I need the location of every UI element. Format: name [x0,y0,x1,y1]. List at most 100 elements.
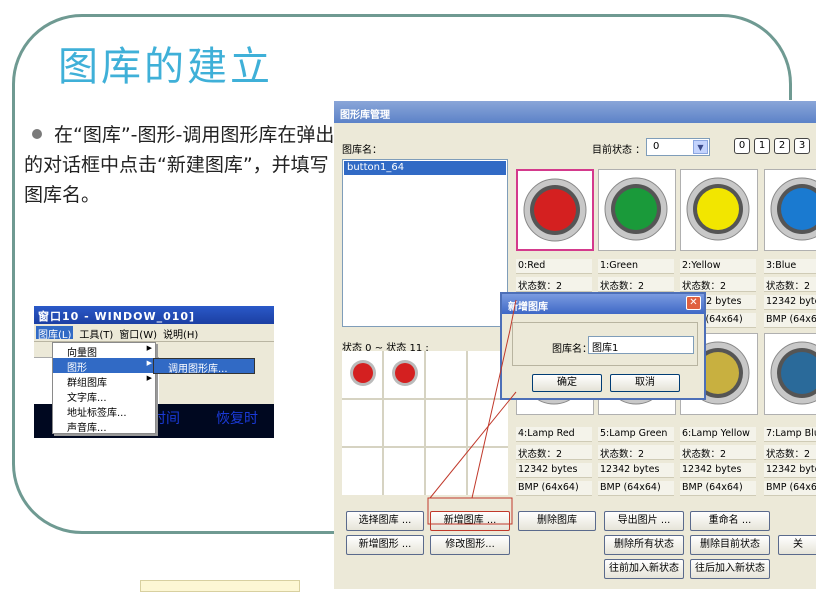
popup-title-text: 新增图库 [508,302,548,313]
menu-help[interactable]: 说明(H) [163,326,198,341]
button-shape-icon [686,177,750,241]
tile-states: 状态数：2 [598,445,674,460]
state-label: 目前状态 ： [592,145,646,156]
tile-name: 5:Lamp Green [598,427,674,442]
delete-current-state-button[interactable]: 删除目前状态 [690,535,770,555]
bg-text-restore: 恢复时 [216,411,258,427]
ok-button[interactable]: 确定 [532,374,602,392]
lib-name-input[interactable]: 图库1 [588,336,694,354]
state-button-1[interactable]: 1 [754,138,770,154]
state-cell[interactable] [384,399,424,447]
tile-states: 状态数：2 [764,445,816,460]
menu-item-vector[interactable]: 向量图 [53,343,155,359]
menu-bar: 图库(L) 工具(T) 窗口(W) 说明(H) [34,324,274,342]
state-cell[interactable] [384,448,424,495]
close-button[interactable]: 关 [778,535,816,555]
menu-item-address[interactable]: 地址标签库... [53,403,155,419]
tile-size: 12342 bytes [680,463,756,478]
state-cell[interactable] [426,351,466,398]
menu-library[interactable]: 图库(L) [36,326,74,341]
delete-lib-button[interactable]: 删除图库 [518,511,596,531]
menu-tools[interactable]: 工具(T) [79,326,113,341]
shape-tile[interactable] [680,169,758,251]
menu-window[interactable]: 窗口(W) [119,326,157,341]
tile-states: 状态数：2 [680,277,756,292]
dialog-title: 图形库管理 [334,101,816,123]
tile-format: BMP (64x64) [764,481,816,496]
state-button-2[interactable]: 2 [774,138,790,154]
tile-name: 6:Lamp Yellow [680,427,756,442]
tile-name: 4:Lamp Red [516,427,592,442]
shape-tile[interactable] [598,169,676,251]
state-combo[interactable]: 0 ▼ [646,138,710,156]
tile-states: 状态数：2 [680,445,756,460]
bullet-text-content: 在“图库”-图形-调用图形库在弹出的对话框中点击“新建图库”，并填写图库名。 [24,124,335,206]
cancel-button[interactable]: 取消 [610,374,680,392]
new-library-popup: 新增图库 ✕ 图库名： 图库1 确定 取消 [500,292,706,400]
state-combo-value: 0 [653,141,660,152]
library-listbox[interactable]: button1_64 [342,159,508,327]
state-cell[interactable] [342,399,382,447]
tile-format: BMP (64x64) [680,481,756,496]
tile-size: 12342 bytes [598,463,674,478]
toolbar-area [159,346,274,404]
new-lib-button[interactable]: 新增图库 ... [430,511,510,531]
tile-format: BMP (64x64) [516,481,592,496]
close-icon[interactable]: ✕ [686,296,701,310]
sticky-note [140,580,300,592]
tile-size: 12342 bytes [516,463,592,478]
bullet-dot-icon [32,129,42,139]
delete-all-states-button[interactable]: 删除所有状态 [604,535,684,555]
tile-states: 状态数：2 [598,277,674,292]
state-grid [342,351,508,495]
tile-format: BMP (64x64) [598,481,674,496]
library-list-item[interactable]: button1_64 [344,161,506,175]
tile-name: 0:Red [516,259,592,274]
state-cell[interactable] [426,448,466,495]
state-button-3[interactable]: 3 [794,138,810,154]
state-cell[interactable] [468,448,508,495]
menu-item-shape[interactable]: 图形 [53,358,155,374]
library-dropdown: 向量图 图形 群组图库 文字库... 地址标签库... 声音库... [52,342,156,434]
tile-states: 状态数：2 [516,277,592,292]
tile-states: 状态数：2 [764,277,816,292]
button-shape-icon [770,341,816,405]
state-cell-0[interactable] [342,351,382,398]
menu-item-sound[interactable]: 声音库... [53,418,155,434]
state-cell-1[interactable] [384,351,424,398]
tile-size: 12342 bytes [764,463,816,478]
tile-name: 3:Blue [764,259,816,274]
shape-tile[interactable] [764,333,816,415]
modify-shape-button[interactable]: 修改图形... [430,535,510,555]
button-shape-icon [604,177,668,241]
chevron-down-icon[interactable]: ▼ [693,140,708,154]
tile-name: 2:Yellow [680,259,756,274]
tile-size: 12342 bytes [764,295,816,310]
rename-button[interactable]: 重命名 ... [690,511,770,531]
button-shape-icon [523,178,587,242]
menu-item-group[interactable]: 群组图库 [53,373,155,389]
export-image-button[interactable]: 导出图片 ... [604,511,684,531]
tile-states: 状态数：2 [516,445,592,460]
bg-text-time: 时间 [152,411,180,427]
menu-screenshot: 窗口10 - WINDOW_010] 图库(L) 工具(T) 窗口(W) 说明(… [34,306,274,438]
popup-title: 新增图库 ✕ [502,294,704,314]
insert-after-button[interactable]: 往后加入新状态 [690,559,770,579]
add-shape-button[interactable]: 新增图形 ... [346,535,424,555]
button-shape-icon [770,177,816,241]
submenu-call-shape-lib[interactable]: 调用图形库... [153,358,255,375]
tile-format: BMP (64x64) [764,313,816,328]
state-cell[interactable] [426,399,466,447]
bullet-text: 在“图库”-图形-调用图形库在弹出的对话框中点击“新建图库”，并填写图库名。 [24,120,336,210]
select-lib-button[interactable]: 选择图库 ... [346,511,424,531]
tile-name: 7:Lamp Blue [764,427,816,442]
shape-tile[interactable] [516,169,594,251]
insert-before-button[interactable]: 往前加入新状态 [604,559,684,579]
state-cell[interactable] [468,399,508,447]
slide-title: 图库的建立 [58,44,273,90]
state-cell[interactable] [342,448,382,495]
shape-tile[interactable] [764,169,816,251]
state-button-0[interactable]: 0 [734,138,750,154]
tile-name: 1:Green [598,259,674,274]
menu-item-text[interactable]: 文字库... [53,388,155,404]
